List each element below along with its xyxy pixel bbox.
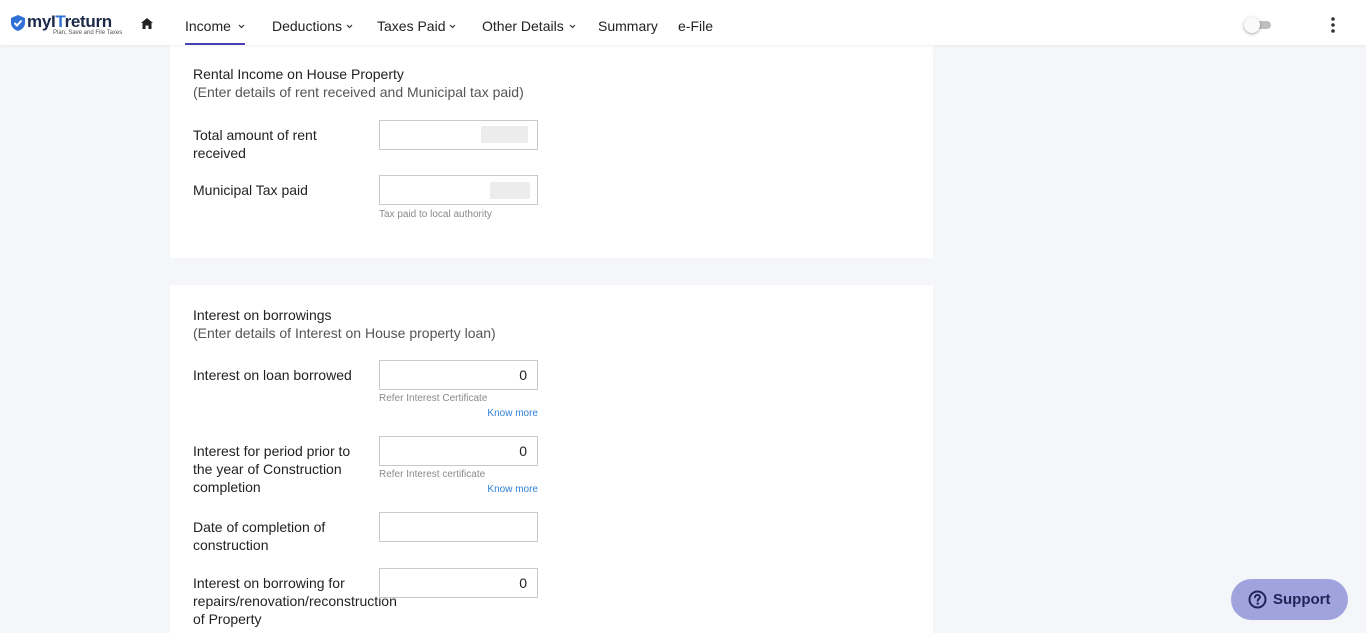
interest-prior-help: Refer Interest certificate: [379, 469, 486, 480]
support-button[interactable]: Support: [1231, 579, 1348, 620]
nav-taxes-paid[interactable]: Taxes Paid: [377, 18, 456, 34]
logo-tagline: Plan, Save and File Taxes: [53, 30, 123, 36]
nav-efile-label: e-File: [678, 18, 714, 34]
nav-other-details-label: Other Details: [482, 18, 564, 34]
rent-placeholder-blur: [481, 126, 528, 143]
interest-loan-help: Refer Interest Certificate: [379, 393, 488, 404]
nav-income-label: Income: [185, 18, 231, 34]
shield-check-icon: [11, 15, 25, 31]
chevron-down-icon: [450, 24, 456, 28]
help-circle-icon: [1248, 590, 1267, 609]
support-label: Support: [1273, 591, 1331, 608]
home-icon[interactable]: [141, 18, 153, 29]
interest-loan-label: Interest on loan borrowed: [193, 367, 352, 383]
completion-date-input[interactable]: [379, 512, 538, 542]
interest-prior-know-more-link[interactable]: Know more: [379, 484, 538, 495]
municipal-tax-label: Municipal Tax paid: [193, 182, 308, 198]
rental-section-title: Rental Income on House Property: [193, 66, 404, 82]
kebab-menu-icon[interactable]: [1329, 16, 1337, 34]
interest-loan-know-more-link[interactable]: Know more: [379, 408, 538, 419]
nav-summary-label: Summary: [598, 18, 658, 34]
municipal-placeholder-blur: [490, 182, 530, 199]
logo[interactable]: myITreturn Plan, Save and File Taxes: [11, 12, 122, 38]
nav-deductions-label: Deductions: [272, 18, 343, 34]
top-nav-bar: myITreturn Plan, Save and File Taxes Inc…: [0, 0, 1366, 45]
interest-section-title: Interest on borrowings: [193, 307, 332, 323]
chevron-down-icon: [346, 24, 353, 28]
nav-other-details[interactable]: Other Details: [482, 18, 576, 34]
interest-borrowings-card: Interest on borrowings (Enter details of…: [170, 285, 933, 633]
rental-income-card: Rental Income on House Property (Enter d…: [170, 45, 933, 258]
rent-received-label: Total amount of rent received: [193, 127, 317, 161]
interest-section-subtitle: (Enter details of Interest on House prop…: [193, 325, 496, 341]
interest-prior-label: Interest for period prior to the year of…: [193, 443, 351, 495]
interest-prior-input[interactable]: [379, 436, 538, 466]
repairs-interest-input[interactable]: [379, 568, 538, 598]
nav-summary[interactable]: Summary: [598, 18, 658, 34]
completion-date-label: Date of completion of construction: [193, 519, 326, 553]
interest-loan-input[interactable]: [379, 360, 538, 390]
toggle-knob: [1244, 17, 1260, 33]
chevron-down-icon: [569, 24, 576, 28]
chevron-down-icon: [238, 24, 245, 28]
nav-efile[interactable]: e-File: [678, 18, 713, 34]
nav-income[interactable]: Income: [185, 18, 245, 45]
municipal-tax-help: Tax paid to local authority: [379, 209, 492, 220]
nav-taxes-paid-label: Taxes Paid: [377, 18, 446, 34]
repairs-interest-label: Interest on borrowing for repairs/renova…: [193, 575, 397, 627]
nav-deductions[interactable]: Deductions: [272, 18, 353, 34]
theme-toggle[interactable]: [1243, 17, 1277, 33]
rental-section-subtitle: (Enter details of rent received and Muni…: [193, 84, 524, 100]
logo-text: myITreturn: [27, 12, 112, 31]
